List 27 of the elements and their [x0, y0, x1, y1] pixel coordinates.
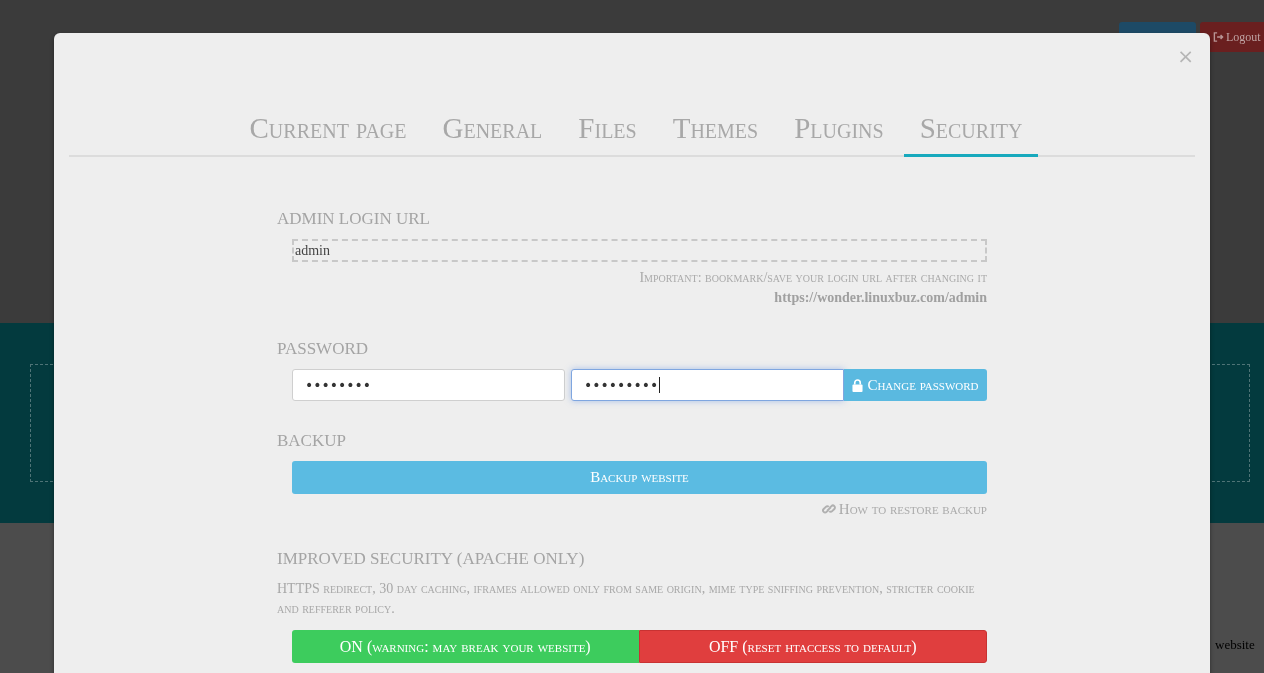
- tab[interactable]: Plugins: [778, 111, 900, 157]
- logout-button[interactable]: Logout: [1200, 22, 1264, 52]
- off-button[interactable]: OFF (reset htaccess to default): [638, 630, 987, 663]
- password-field[interactable]: ••••••••: [292, 369, 565, 401]
- change-password-button[interactable]: Change password: [844, 369, 987, 401]
- lock-icon: [852, 378, 864, 392]
- section-heading: PASSWORD: [277, 339, 370, 359]
- tab[interactable]: Files: [562, 111, 653, 157]
- tab[interactable]: Themes: [656, 111, 775, 157]
- hint-text: Important: bookmark/save your login url after changing it: [638, 269, 987, 287]
- description-text: HTTPS redirect, 30 day caching, iframes allowed only from same origin, mime type sniffing prevention, stricter cookie and refferer policy.: [277, 580, 976, 618]
- login-url-field[interactable]: admin: [292, 239, 987, 262]
- close-button[interactable]: ×: [1177, 45, 1194, 67]
- tab[interactable]: General: [426, 111, 559, 157]
- section-heading: BACKUP: [277, 431, 347, 451]
- sign-out-icon: [1213, 32, 1224, 42]
- section-heading: IMPROVED SECURITY (APACHE ONLY): [277, 549, 586, 569]
- on-button[interactable]: ON (warning: may break your website): [292, 630, 639, 663]
- section-heading: ADMIN LOGIN URL: [277, 209, 431, 229]
- backup-button[interactable]: Backup website: [292, 461, 987, 494]
- link-icon: [821, 502, 836, 516]
- login-url-text: https://wonder.linuxbuz.com/admin: [773, 289, 987, 307]
- tab[interactable]: Current page: [233, 111, 423, 157]
- password-field[interactable]: •••••••••: [571, 369, 844, 401]
- footer-text: website: [1215, 637, 1255, 653]
- restore-backup-link[interactable]: How to restore backup: [821, 501, 987, 517]
- tab[interactable]: Security: [903, 111, 1039, 157]
